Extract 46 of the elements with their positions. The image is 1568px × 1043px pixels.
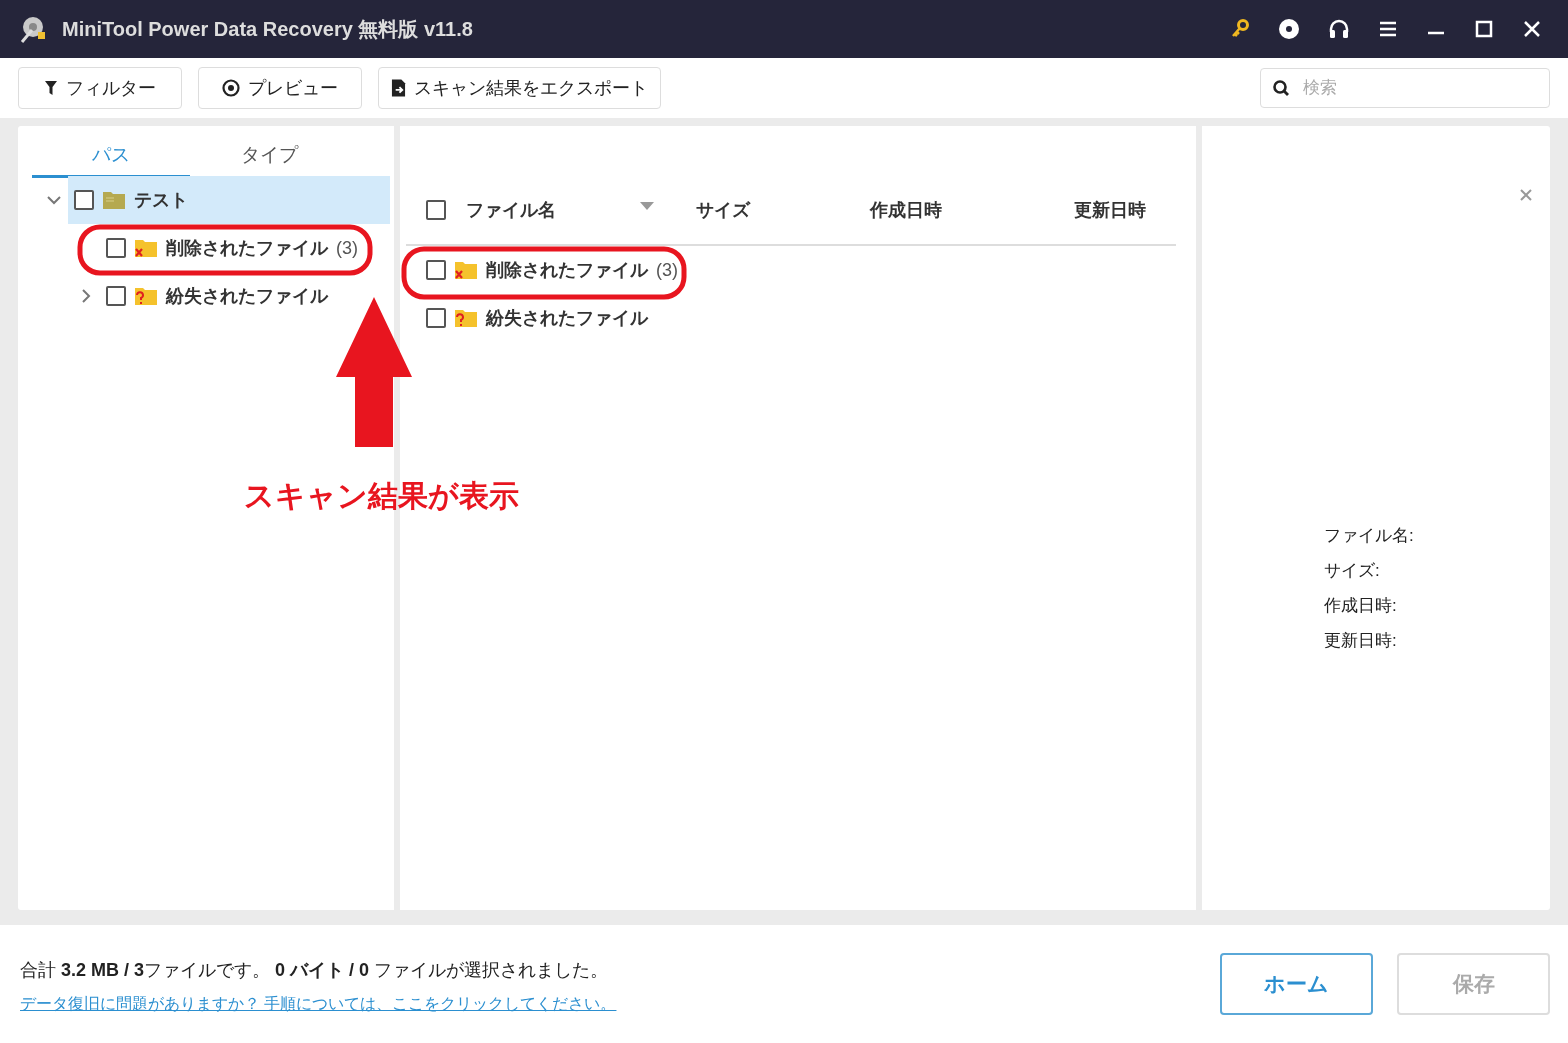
disc-icon[interactable] — [1278, 18, 1300, 40]
maximize-icon[interactable] — [1474, 19, 1494, 39]
checkbox[interactable] — [74, 190, 94, 210]
selection-summary: 合計 3.2 MB / 3ファイルです。 0 バイト / 0 ファイルが選択されました。 — [20, 958, 610, 982]
help-link[interactable]: データ復旧に問題がありますか？ 手順については、ここをクリックしてください。 — [20, 993, 617, 1015]
file-name[interactable]: 削除されたファイル — [486, 258, 648, 282]
tree-item[interactable]: 削除されたファイル (3) — [100, 224, 390, 272]
folder-question-icon — [134, 286, 158, 306]
search-icon — [1272, 79, 1290, 97]
footer-button[interactable]: ホーム — [1220, 953, 1373, 1015]
column-header[interactable]: 作成日時 — [870, 198, 1074, 222]
search-field[interactable]: 検索 — [1260, 68, 1550, 108]
folder-x-icon — [454, 260, 478, 280]
column-header[interactable]: サイズ — [696, 198, 870, 222]
detail-label: サイズ: — [1324, 560, 1381, 582]
detail-label: 更新日時: — [1324, 630, 1398, 652]
checkbox[interactable] — [426, 308, 446, 328]
toolbar-button[interactable]: フィルター — [18, 67, 182, 109]
filter-icon — [44, 80, 58, 96]
detail-label: ファイル名: — [1324, 525, 1414, 547]
checkbox[interactable] — [106, 238, 126, 258]
folder-x-icon — [134, 238, 158, 258]
eye-icon — [222, 79, 240, 97]
folder-question-icon — [454, 308, 478, 328]
tree-item[interactable]: テスト — [68, 176, 390, 224]
folder-icon — [102, 190, 126, 210]
export-document-icon — [391, 78, 406, 98]
column-header[interactable]: 更新日時 — [1074, 198, 1146, 222]
detail-label: 作成日時: — [1324, 595, 1398, 617]
select-all-checkbox[interactable] — [426, 200, 446, 220]
column-header[interactable]: ファイル名 — [466, 198, 696, 222]
key-icon[interactable] — [1230, 19, 1250, 39]
toolbar-button[interactable]: スキャン結果をエクスポート — [378, 67, 661, 109]
headphones-icon[interactable] — [1328, 18, 1350, 40]
menu-icon[interactable] — [1378, 19, 1398, 39]
app-logo-icon — [18, 14, 48, 44]
annotation-caption: スキャン結果が表示 — [244, 478, 519, 514]
toolbar-button[interactable]: プレビュー — [198, 67, 362, 109]
sort-caret-icon[interactable] — [640, 202, 654, 210]
tab[interactable]: タイプ — [190, 134, 348, 178]
checkbox[interactable] — [106, 286, 126, 306]
tree-item[interactable]: 紛失されたファイル — [100, 272, 390, 320]
file-name[interactable]: 紛失されたファイル — [486, 306, 648, 330]
checkbox[interactable] — [426, 260, 446, 280]
window-title: MiniTool Power Data Recovery 無料版 v11.8 — [62, 16, 473, 42]
file-count: (3) — [656, 259, 678, 281]
